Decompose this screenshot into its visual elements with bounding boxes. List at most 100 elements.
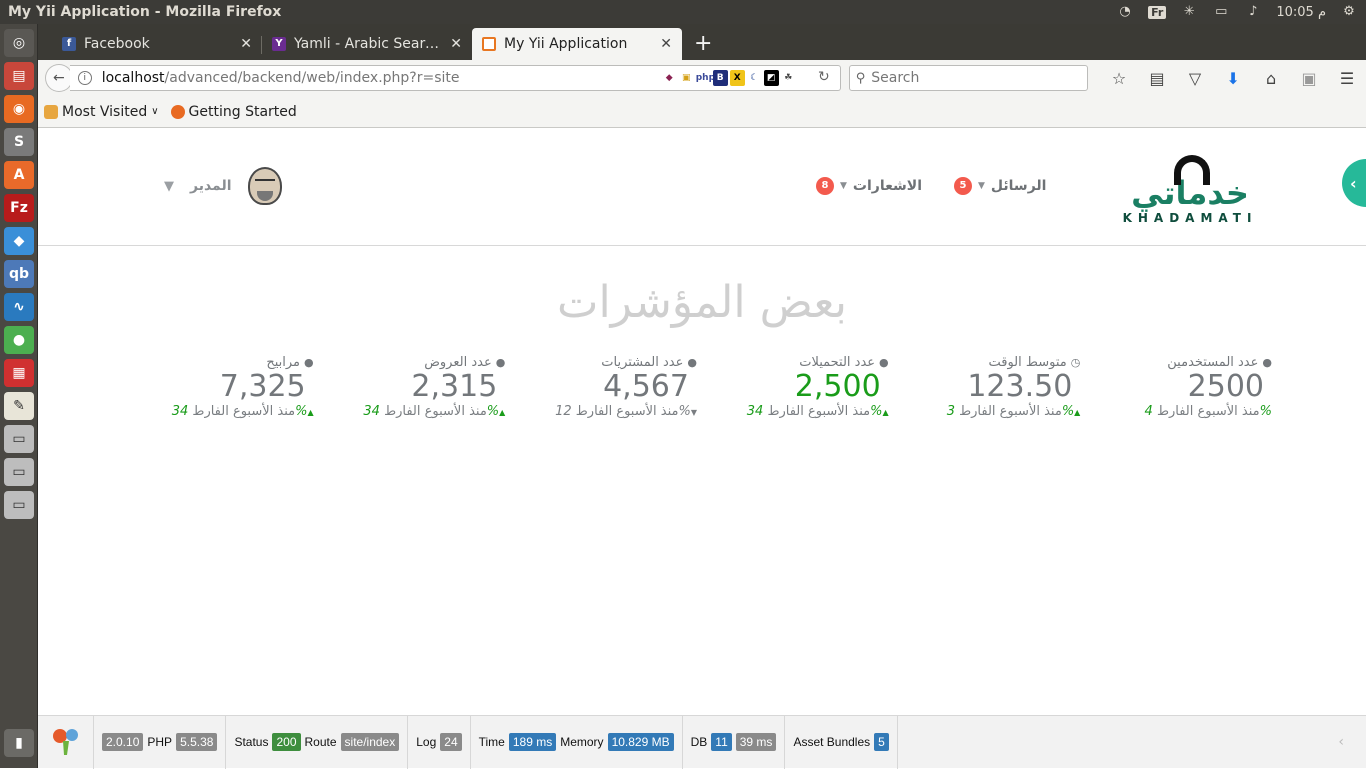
php-icon[interactable]: php xyxy=(696,70,715,86)
debug-db-block[interactable]: DB 11 39 ms xyxy=(683,715,786,769)
tab-label: Yamli - Arabic Search... xyxy=(294,36,443,52)
trash-icon[interactable]: ▮ xyxy=(4,729,34,757)
php-version-label: 5.5.38 xyxy=(176,733,218,751)
messages-label: الرسائل xyxy=(990,178,1047,194)
download-icon[interactable]: ⬇ xyxy=(1214,69,1252,88)
stat-label: مرابيح xyxy=(266,355,301,370)
os-top-panel: My Yii Application - Mozilla Firefox ◔ F… xyxy=(0,0,1366,24)
user-icon: ● xyxy=(687,356,697,369)
memory-label: Memory xyxy=(560,735,604,749)
messages-menu[interactable]: 5 ▼ الرسائل xyxy=(954,177,1046,195)
sublime-icon[interactable]: S xyxy=(4,128,34,156)
libreoffice-icon[interactable]: ▦ xyxy=(4,359,34,387)
files-icon[interactable]: ▤ xyxy=(4,62,34,90)
yii-version-label: 2.0.10 xyxy=(102,733,144,751)
ubuntu-dash-icon[interactable]: ◎ xyxy=(4,29,34,57)
stat-label: عدد التحميلات xyxy=(799,355,876,370)
stat-footer: منذ الأسبوع الفارط 34%▲ xyxy=(709,404,889,419)
url-bar[interactable]: i localhost/advanced/backend/web/index.p… xyxy=(69,65,841,91)
window-extension-icon[interactable]: ◩ xyxy=(763,70,779,86)
sidebar-toggle-button[interactable]: ‹ xyxy=(1342,159,1366,207)
chrome-icon[interactable]: ● xyxy=(4,326,34,354)
khadamati-logo[interactable]: خدماتي KHADAMATI xyxy=(1110,155,1270,225)
b-extension-icon[interactable]: B xyxy=(712,70,728,86)
jquery-icon[interactable]: ☾ xyxy=(747,70,762,86)
x-extension-icon[interactable]: X xyxy=(729,70,745,86)
text-editor-icon[interactable]: ✎ xyxy=(4,392,34,420)
caret-down-icon: ▼ xyxy=(978,181,985,191)
back-button[interactable]: ← xyxy=(45,64,73,92)
debug-version-block[interactable]: 2.0.10 PHP 5.5.38 xyxy=(94,715,227,769)
eggplant-icon[interactable]: ◆ xyxy=(662,70,677,86)
chevron-down-icon: ∨ xyxy=(151,106,159,117)
system-monitor-icon[interactable]: ∿ xyxy=(4,293,34,321)
filezilla-icon[interactable]: Fz xyxy=(4,194,34,222)
stat-footer: منذ الأسبوع الفارط 3%▲ xyxy=(901,404,1081,419)
db-time-badge: 39 ms xyxy=(735,733,777,751)
yii-debug-toolbar: 2.0.10 PHP 5.5.38 Status 200 Route site/… xyxy=(38,715,1366,769)
notifications-menu[interactable]: 8 ▼ الاشعارات xyxy=(816,177,922,195)
debug-assets-block[interactable]: Asset Bundles 5 xyxy=(785,715,898,769)
settings-gear-icon[interactable]: ⚙ xyxy=(1340,5,1358,19)
collapse-toolbar-icon[interactable]: ‹ xyxy=(1338,734,1344,750)
logo-dome xyxy=(1174,155,1210,185)
camel-icon[interactable]: ☘ xyxy=(781,70,796,86)
software-center-icon[interactable]: A xyxy=(4,161,34,189)
bookmark-most-visited[interactable]: Most Visited ∨ xyxy=(44,104,159,120)
close-icon[interactable]: ✕ xyxy=(660,36,672,52)
nav-toolbar: ← i localhost/advanced/backend/web/index… xyxy=(38,60,1366,96)
yii-icon xyxy=(482,37,496,51)
battery-icon[interactable]: ▭ xyxy=(1212,5,1230,19)
reading-list-icon[interactable]: ▤ xyxy=(1138,69,1176,88)
bookmarks-toolbar: Most Visited ∨ Getting Started xyxy=(38,96,1366,128)
new-tab-button[interactable]: + xyxy=(682,31,724,60)
stat-label: عدد العروض xyxy=(424,355,492,370)
php-label: PHP xyxy=(147,735,173,749)
memory-badge: 10.829 MB xyxy=(607,733,674,751)
stat-suffix: منذ الأسبوع الفارط xyxy=(959,404,1062,419)
messages-count-badge: 5 xyxy=(954,177,972,195)
drive-icon[interactable]: ▭ xyxy=(4,458,34,486)
route-badge: site/index xyxy=(340,733,400,751)
pocket-icon[interactable]: ▽ xyxy=(1176,69,1214,88)
keyboard-indicator[interactable]: Fr xyxy=(1148,5,1167,19)
dropbox-icon[interactable]: ◆ xyxy=(4,227,34,255)
bookmark-star-icon[interactable]: ☆ xyxy=(1100,69,1138,88)
close-icon[interactable]: ✕ xyxy=(240,36,252,52)
user-menu[interactable]: ▼ المدير xyxy=(164,167,282,205)
debug-log-block[interactable]: Log 24 xyxy=(408,715,471,769)
qbittorrent-icon[interactable]: qb xyxy=(4,260,34,288)
avatar xyxy=(247,167,282,205)
debug-request-block[interactable]: Status 200 Route site/index xyxy=(226,715,409,769)
tab-yamli[interactable]: Y Yamli - Arabic Search... ✕ xyxy=(262,28,472,60)
bluetooth-icon[interactable]: ✳ xyxy=(1180,5,1198,19)
tab-bar: f Facebook ✕ Y Yamli - Arabic Search... … xyxy=(38,24,1366,60)
lock-icon[interactable]: ▣ xyxy=(679,70,694,86)
bookmark-getting-started[interactable]: Getting Started xyxy=(170,104,297,120)
url-path: /advanced/backend/web/index.php?r=site xyxy=(164,70,460,86)
info-icon[interactable]: i xyxy=(77,71,92,85)
yii-logo-icon[interactable] xyxy=(38,715,94,769)
reload-icon[interactable]: ↻ xyxy=(818,69,830,85)
home-icon[interactable]: ⌂ xyxy=(1252,69,1290,88)
tab-facebook[interactable]: f Facebook ✕ xyxy=(52,28,262,60)
drive-icon[interactable]: ▭ xyxy=(4,425,34,453)
notifications-count-badge: 8 xyxy=(816,177,834,195)
menu-icon[interactable]: ☰ xyxy=(1328,69,1366,88)
extension-icon[interactable]: ▣ xyxy=(1290,69,1328,88)
search-input[interactable]: ⚲ Search xyxy=(848,65,1089,91)
stat-suffix: منذ الأسبوع الفارط xyxy=(1156,404,1260,419)
close-icon[interactable]: ✕ xyxy=(450,36,462,52)
clock-icon: ◷ xyxy=(1070,356,1081,369)
clock[interactable]: 10:05 م xyxy=(1276,5,1326,20)
debug-profiling-block[interactable]: Time 189 ms Memory 10.829 MB xyxy=(471,715,683,769)
extension-icons: ◆ ▣ php B X ☾ ◩ ☘ xyxy=(662,70,796,86)
stat-users: عدد المستخدمين ● 2500 منذ الأسبوع الفارط … xyxy=(1092,355,1284,425)
stat-label: عدد المشتريات xyxy=(601,355,684,370)
volume-icon[interactable]: ♪ xyxy=(1244,5,1262,19)
firefox-icon[interactable]: ◉ xyxy=(4,95,34,123)
tab-my-yii-application[interactable]: My Yii Application ✕ xyxy=(472,28,682,60)
wifi-icon[interactable]: ◔ xyxy=(1116,5,1134,19)
stat-footer: منذ الأسبوع الفارط 4% xyxy=(1092,404,1272,419)
drive-icon[interactable]: ▭ xyxy=(4,491,34,519)
